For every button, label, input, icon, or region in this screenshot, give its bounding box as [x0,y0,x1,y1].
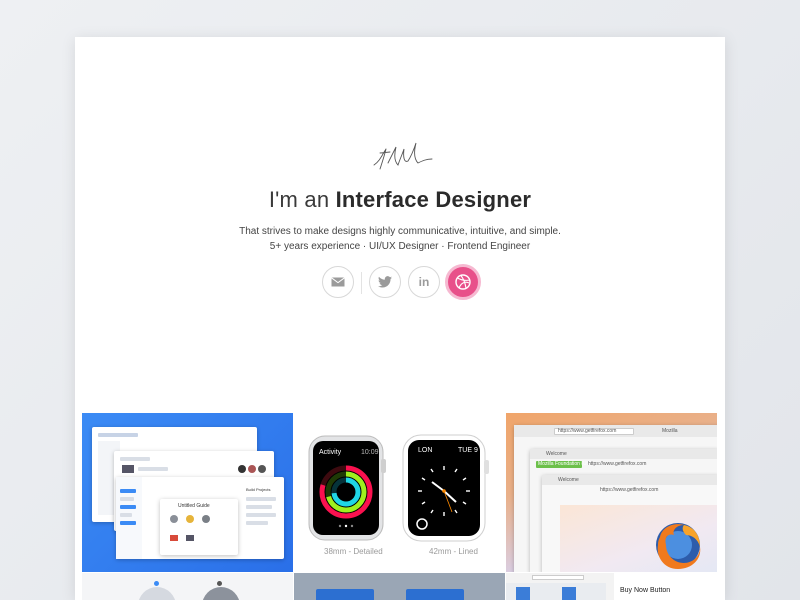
watch-activity-time: 10:09 [361,449,379,456]
browser-tab-welcome: Welcome [546,451,567,457]
portfolio-tile-watch[interactable]: Activity 10:09 LON TUE 9 38mm - Detailed… [294,413,505,572]
browser-tab-welcome-2: Welcome [558,477,579,483]
firefox-logo-icon [656,523,701,569]
panel-title: Build Projects [246,487,271,492]
twitter-button[interactable] [369,266,401,298]
portfolio-tile-web-app[interactable]: Untitled Guide Build Projects [82,413,293,572]
browser-badge: Mozilla Foundation (US) [538,461,592,467]
dribbble-icon [455,274,471,290]
portfolio-tile-buttons[interactable]: Buy Now Button [506,573,717,600]
mail-icon [331,277,345,287]
app-window-front: Untitled Guide Build Projects [116,477,284,559]
page-title: I'm an Interface Designer [75,187,725,213]
portfolio-tile-components[interactable] [82,573,293,600]
dribbble-button[interactable] [445,264,481,300]
browser-tab-1: Mozilla [662,428,678,434]
watch-activity-title: Activity [319,449,342,456]
watch-caption-lined: 42mm - Lined [429,547,478,556]
social-divider [361,272,362,294]
social-links: in [75,264,725,302]
signature-logo [373,142,433,170]
browser-url-1: https://www.getfirefox.com [558,428,617,434]
dialog-title: Untitled Guide [178,503,210,509]
buy-now-label: Buy Now Button [620,587,671,594]
portfolio-tile-mobile[interactable] [294,573,505,600]
browser-url-2: https://www.getfirefox.com [588,461,647,467]
twitter-icon [378,276,392,288]
watch-clock-city: LON [418,447,433,454]
headline-role: Interface Designer [335,187,532,212]
watch-clock-date: TUE 9 [458,447,478,454]
email-button[interactable] [322,266,354,298]
watch-caption-detailed: 38mm - Detailed [324,547,383,556]
portfolio-grid: Untitled Guide Build Projects Activity 1… [82,413,717,600]
linkedin-button[interactable]: in [408,266,440,298]
headline-prefix: I'm an [268,187,336,212]
experience-line: 5+ years experience · UI/UX Designer · F… [269,241,531,252]
app-dialog: Untitled Guide [160,499,238,555]
tagline: That strives to make designs highly comm… [239,226,561,237]
linkedin-icon: in [418,275,430,289]
hero-section: I'm an Interface Designer That strives t… [75,37,725,407]
browser-url-3: https://www.getfirefox.com [600,487,659,493]
portfolio-tile-browser[interactable]: https://www.getfirefox.com Mozilla Welco… [506,413,717,572]
